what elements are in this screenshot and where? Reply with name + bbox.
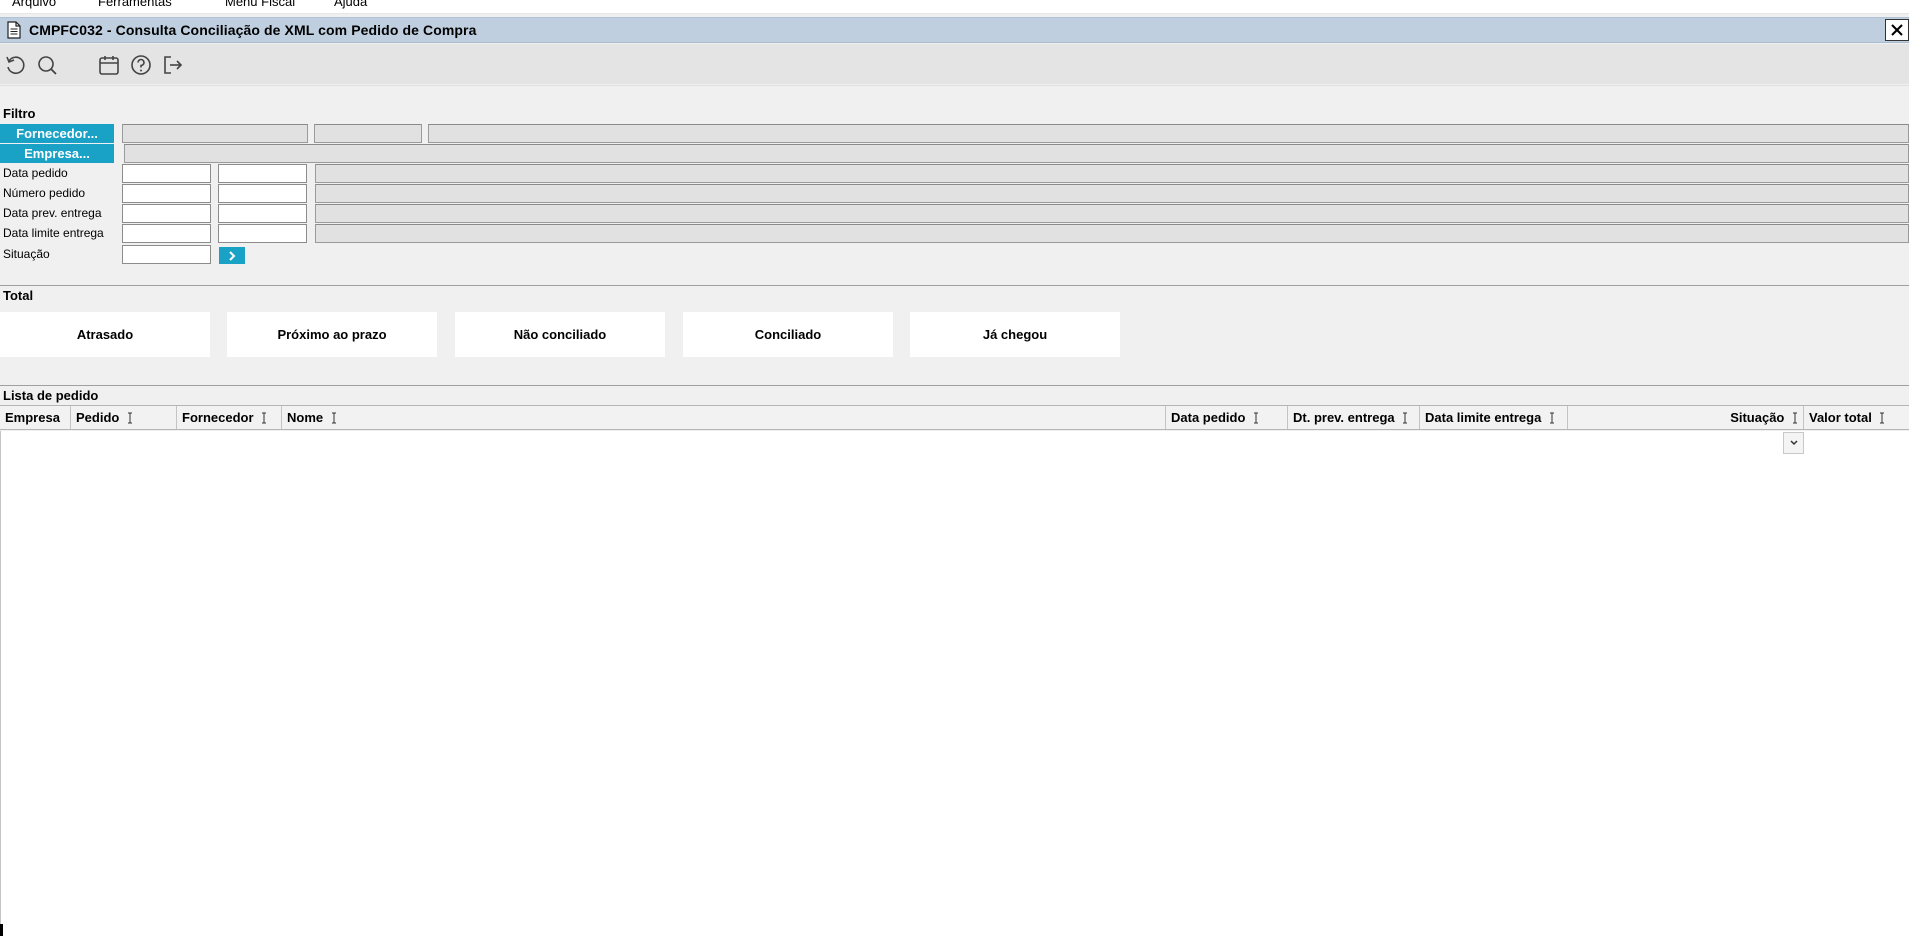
col-empresa[interactable]: Empresa <box>0 406 71 429</box>
col-pedido[interactable]: Pedido <box>71 406 177 429</box>
total-conciliado-label: Conciliado <box>754 327 822 342</box>
situacao-select-button[interactable] <box>219 247 245 264</box>
menu-bar: Arquivo Ferramentas Menu Fiscal Ajuda <box>0 0 1909 14</box>
numero-pedido-to-input[interactable] <box>218 184 307 203</box>
col-data-limite-entrega[interactable]: Data limite entrega <box>1420 406 1568 429</box>
resize-grip <box>0 924 3 936</box>
document-icon <box>7 21 21 39</box>
total-proximo-prazo-label: Próximo ao prazo <box>277 327 387 342</box>
sort-icon <box>1254 412 1259 424</box>
col-fornecedor[interactable]: Fornecedor <box>177 406 282 429</box>
data-pedido-from-input[interactable] <box>122 164 211 183</box>
total-separator <box>0 385 1909 386</box>
grid-body[interactable] <box>0 431 1909 936</box>
menu-ferramentas[interactable]: Ferramentas <box>98 0 172 9</box>
numero-pedido-desc-field <box>315 184 1909 203</box>
data-limite-entrega-label: Data limite entrega <box>3 226 104 240</box>
numero-pedido-from-input[interactable] <box>122 184 211 203</box>
data-limite-entrega-to-input[interactable] <box>218 224 307 243</box>
data-limite-entrega-desc-field <box>315 224 1909 243</box>
sort-icon <box>262 412 267 424</box>
total-proximo-prazo-card[interactable]: Próximo ao prazo <box>227 312 437 357</box>
col-dt-prev-entrega[interactable]: Dt. prev. entrega <box>1288 406 1420 429</box>
empresa-field <box>124 144 1909 163</box>
menu-fiscal[interactable]: Menu Fiscal <box>225 0 295 9</box>
situacao-label: Situação <box>3 247 50 261</box>
chevron-right-icon <box>229 250 236 261</box>
fornecedor-button-label: Fornecedor... <box>16 126 98 141</box>
data-limite-entrega-from-input[interactable] <box>122 224 211 243</box>
fornecedor-button[interactable]: Fornecedor... <box>0 124 114 143</box>
toolbar-separator <box>0 85 1909 86</box>
toolbar <box>0 44 1909 84</box>
menu-ajuda[interactable]: Ajuda <box>334 0 367 9</box>
grid-header: Empresa Pedido Fornecedor Nome Data pedi… <box>0 405 1909 430</box>
col-valor-total-label: Valor total <box>1809 410 1872 425</box>
col-data-pedido[interactable]: Data pedido <box>1166 406 1288 429</box>
exit-icon[interactable] <box>162 54 184 76</box>
total-ja-chegou-card[interactable]: Já chegou <box>910 312 1120 357</box>
numero-pedido-label: Número pedido <box>3 186 86 200</box>
data-pedido-label: Data pedido <box>3 166 68 180</box>
data-pedido-desc-field <box>315 164 1909 183</box>
close-icon <box>1891 24 1903 36</box>
fornecedor-doc-field <box>314 124 422 143</box>
col-valor-total[interactable]: Valor total <box>1804 406 1909 429</box>
help-icon[interactable] <box>130 54 152 76</box>
col-data-pedido-label: Data pedido <box>1171 410 1246 425</box>
col-fornecedor-label: Fornecedor <box>182 410 254 425</box>
sort-icon <box>1880 412 1885 424</box>
total-label: Total <box>3 288 34 303</box>
situacao-filter-dropdown[interactable] <box>1783 432 1804 454</box>
col-data-limite-entrega-label: Data limite entrega <box>1425 410 1542 425</box>
menu-arquivo[interactable]: Arquivo <box>12 0 56 9</box>
close-button[interactable] <box>1885 19 1909 41</box>
data-pedido-to-input[interactable] <box>218 164 307 183</box>
data-prev-entrega-label: Data prev. entrega <box>3 206 102 220</box>
fornecedor-code-field <box>122 124 308 143</box>
col-situacao[interactable]: Situação <box>1568 406 1804 429</box>
situacao-input[interactable] <box>122 245 211 264</box>
filtro-label: Filtro <box>3 106 36 121</box>
fornecedor-name-field <box>428 124 1909 143</box>
total-nao-conciliado-label: Não conciliado <box>513 327 607 342</box>
window-title: CMPFC032 - Consulta Conciliação de XML c… <box>29 22 477 38</box>
col-empresa-label: Empresa <box>5 410 60 425</box>
col-pedido-label: Pedido <box>76 410 120 425</box>
total-atrasado-card[interactable]: Atrasado <box>0 312 210 357</box>
refresh-icon[interactable] <box>4 54 26 76</box>
chevron-down-icon <box>1789 440 1798 446</box>
data-prev-entrega-from-input[interactable] <box>122 204 211 223</box>
sort-icon <box>1549 412 1554 424</box>
data-prev-entrega-desc-field <box>315 204 1909 223</box>
sort-icon <box>1793 412 1797 424</box>
calendar-icon[interactable] <box>98 54 120 76</box>
sort-icon <box>331 412 336 424</box>
total-atrasado-label: Atrasado <box>76 327 134 342</box>
sort-icon <box>127 412 132 424</box>
data-prev-entrega-to-input[interactable] <box>218 204 307 223</box>
search-icon[interactable] <box>36 54 58 76</box>
total-conciliado-card[interactable]: Conciliado <box>683 312 893 357</box>
total-nao-conciliado-card[interactable]: Não conciliado <box>455 312 665 357</box>
empresa-button-label: Empresa... <box>24 146 90 161</box>
window-titlebar: CMPFC032 - Consulta Conciliação de XML c… <box>0 17 1909 43</box>
col-situacao-label: Situação <box>1730 410 1785 425</box>
col-nome-label: Nome <box>287 410 324 425</box>
col-dt-prev-entrega-label: Dt. prev. entrega <box>1293 410 1395 425</box>
filtro-separator <box>0 285 1909 286</box>
sort-icon <box>1403 412 1408 424</box>
lista-label: Lista de pedido <box>3 388 99 403</box>
total-ja-chegou-label: Já chegou <box>982 327 1048 342</box>
col-nome[interactable]: Nome <box>282 406 1166 429</box>
empresa-button[interactable]: Empresa... <box>0 144 114 163</box>
